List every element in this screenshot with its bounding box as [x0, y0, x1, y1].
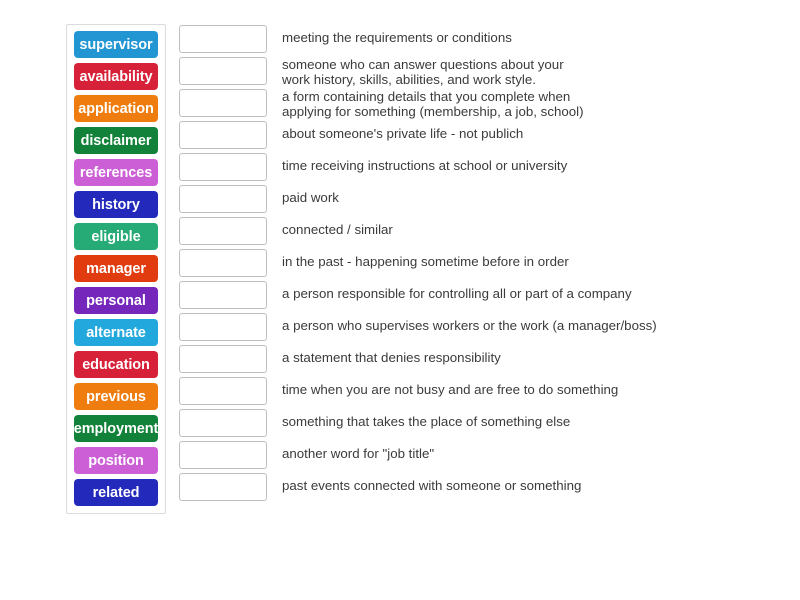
answer-drop-box[interactable]	[179, 441, 267, 469]
answer-row: a statement that denies responsibility	[179, 345, 739, 377]
definition-text: meeting the requirements or conditions	[282, 30, 512, 45]
definition-text: in the past - happening sometime before …	[282, 254, 569, 269]
word-tile-manager[interactable]: manager	[74, 255, 158, 282]
answer-row: something that takes the place of someth…	[179, 409, 739, 441]
answer-drop-box[interactable]	[179, 281, 267, 309]
match-up-activity: supervisor availability application disclai…	[0, 0, 800, 600]
answer-drop-box[interactable]	[179, 57, 267, 85]
answer-row: paid work	[179, 185, 739, 217]
answer-drop-box[interactable]	[179, 89, 267, 117]
answer-row: meeting the requirements or conditions	[179, 25, 739, 57]
answer-drop-box[interactable]	[179, 249, 267, 277]
answer-row: a person who supervises workers or the w…	[179, 313, 739, 345]
word-tile-related[interactable]: related	[74, 479, 158, 506]
definition-text: a person responsible for controlling all…	[282, 286, 632, 301]
word-tile-position[interactable]: position	[74, 447, 158, 474]
answer-row: someone who can answer questions about y…	[179, 57, 739, 89]
definition-text: time when you are not busy and are free …	[282, 382, 619, 397]
word-tile-application[interactable]: application	[74, 95, 158, 122]
definition-text: time receiving instructions at school or…	[282, 158, 568, 173]
answer-drop-box[interactable]	[179, 377, 267, 405]
answer-drop-box[interactable]	[179, 345, 267, 373]
definition-text: a statement that denies responsibility	[282, 350, 501, 365]
definition-text: about someone's private life - not publi…	[282, 126, 524, 141]
answer-row: past events connected with someone or so…	[179, 473, 739, 505]
word-tile-tray: supervisor availability application disclai…	[66, 24, 166, 514]
answer-drop-box[interactable]	[179, 217, 267, 245]
word-tile-personal[interactable]: personal	[74, 287, 158, 314]
word-tile-history[interactable]: history	[74, 191, 158, 218]
word-tile-previous[interactable]: previous	[74, 383, 158, 410]
answer-row: about someone's private life - not publi…	[179, 121, 739, 153]
definition-text: something that takes the place of someth…	[282, 414, 571, 429]
answer-drop-box[interactable]	[179, 313, 267, 341]
answer-drop-box[interactable]	[179, 409, 267, 437]
word-tile-references[interactable]: references	[74, 159, 158, 186]
word-tile-employment[interactable]: employment	[74, 415, 158, 442]
definition-text: a form containing details that you compl…	[282, 89, 584, 120]
answer-drop-box[interactable]	[179, 185, 267, 213]
answer-drop-box[interactable]	[179, 25, 267, 53]
word-tile-education[interactable]: education	[74, 351, 158, 378]
answer-row: time when you are not busy and are free …	[179, 377, 739, 409]
definition-text: another word for "job title"	[282, 446, 435, 461]
answer-drop-box[interactable]	[179, 121, 267, 149]
word-tile-alternate[interactable]: alternate	[74, 319, 158, 346]
definition-text: a person who supervises workers or the w…	[282, 318, 657, 333]
definition-text: connected / similar	[282, 222, 393, 237]
answer-row-list: meeting the requirements or conditions so…	[179, 25, 739, 505]
word-tile-supervisor[interactable]: supervisor	[74, 31, 158, 58]
answer-row: connected / similar	[179, 217, 739, 249]
answer-row: time receiving instructions at school or…	[179, 153, 739, 185]
definition-text: someone who can answer questions about y…	[282, 57, 564, 88]
definition-text: paid work	[282, 190, 339, 205]
word-tile-availability[interactable]: availability	[74, 63, 158, 90]
answer-drop-box[interactable]	[179, 153, 267, 181]
word-tile-eligible[interactable]: eligible	[74, 223, 158, 250]
answer-drop-box[interactable]	[179, 473, 267, 501]
answer-row: in the past - happening sometime before …	[179, 249, 739, 281]
answer-row: another word for "job title"	[179, 441, 739, 473]
answer-row: a person responsible for controlling all…	[179, 281, 739, 313]
answer-row: a form containing details that you compl…	[179, 89, 739, 121]
definition-text: past events connected with someone or so…	[282, 478, 582, 493]
word-tile-disclaimer[interactable]: disclaimer	[74, 127, 158, 154]
